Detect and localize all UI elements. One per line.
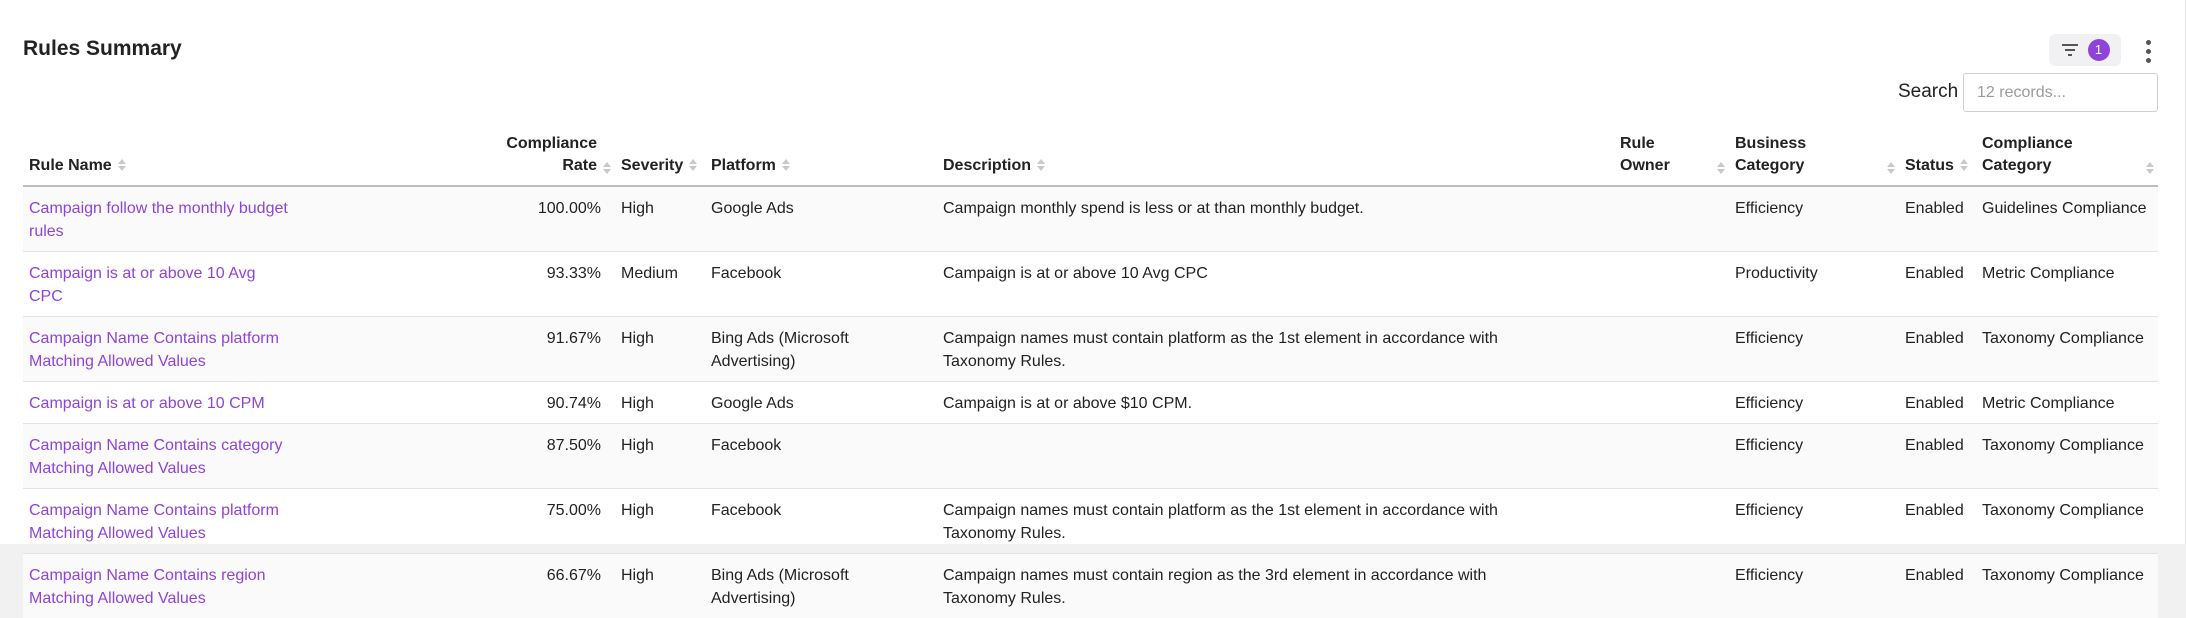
sort-icon xyxy=(782,159,790,171)
business-category-cell: Efficiency xyxy=(1729,317,1899,382)
severity-cell: High xyxy=(615,554,705,618)
table-row: Campaign is at or above 10 CPM 90.74% Hi… xyxy=(23,382,2158,424)
compliance-rate-cell: 90.74% xyxy=(489,382,615,424)
rule-name-link[interactable]: Campaign Name Contains platform Matching… xyxy=(23,317,489,382)
description-cell: Campaign names must contain platform as … xyxy=(937,317,1614,382)
compliance-rate-cell: 100.00% xyxy=(489,186,615,252)
status-cell: Enabled xyxy=(1899,317,1976,382)
rule-name-link[interactable]: Campaign Name Contains region Matching A… xyxy=(23,554,489,618)
sort-icon xyxy=(118,159,126,171)
column-header-platform[interactable]: Platform xyxy=(705,127,937,186)
business-category-cell: Efficiency xyxy=(1729,554,1899,618)
business-category-cell: Efficiency xyxy=(1729,424,1899,489)
description-cell: Campaign monthly spend is less or at tha… xyxy=(937,186,1614,252)
description-cell: Campaign is at or above $10 CPM. xyxy=(937,382,1614,424)
column-header-rule-owner[interactable]: Rule Owner xyxy=(1614,127,1729,186)
business-category-cell: Efficiency xyxy=(1729,186,1899,252)
severity-cell: High xyxy=(615,382,705,424)
search-label: Search xyxy=(1898,80,1958,104)
compliance-category-cell: Metric Compliance xyxy=(1976,252,2158,317)
sort-icon xyxy=(2146,162,2154,174)
platform-cell: Google Ads xyxy=(705,186,937,252)
compliance-rate-cell: 93.33% xyxy=(489,252,615,317)
compliance-rate-cell: 87.50% xyxy=(489,424,615,489)
table-header-row: Rule Name Compliance Rate Severity Platf… xyxy=(23,127,2158,186)
rule-owner-cell xyxy=(1614,252,1729,317)
status-cell: Enabled xyxy=(1899,489,1976,554)
filter-count-badge: 1 xyxy=(2088,39,2110,61)
compliance-category-cell: Taxonomy Compliance xyxy=(1976,317,2158,382)
column-header-business-category[interactable]: Business Category xyxy=(1729,127,1899,186)
description-cell xyxy=(937,424,1614,489)
status-cell: Enabled xyxy=(1899,382,1976,424)
severity-cell: High xyxy=(615,186,705,252)
platform-cell: Facebook xyxy=(705,424,937,489)
business-category-cell: Efficiency xyxy=(1729,382,1899,424)
status-cell: Enabled xyxy=(1899,424,1976,489)
table-row: Campaign Name Contains region Matching A… xyxy=(23,554,2158,618)
status-cell: Enabled xyxy=(1899,186,1976,252)
business-category-cell: Productivity xyxy=(1729,252,1899,317)
platform-cell: Bing Ads (Microsoft Advertising) xyxy=(705,554,937,618)
column-header-status[interactable]: Status xyxy=(1899,127,1976,186)
column-header-description[interactable]: Description xyxy=(937,127,1614,186)
rules-table: Rule Name Compliance Rate Severity Platf… xyxy=(23,127,2158,618)
platform-cell: Facebook xyxy=(705,489,937,554)
table-row: Campaign Name Contains category Matching… xyxy=(23,424,2158,489)
platform-cell: Bing Ads (Microsoft Advertising) xyxy=(705,317,937,382)
rule-owner-cell xyxy=(1614,317,1729,382)
description-cell: Campaign is at or above 10 Avg CPC xyxy=(937,252,1614,317)
severity-cell: High xyxy=(615,317,705,382)
rule-owner-cell xyxy=(1614,382,1729,424)
description-cell: Campaign names must contain region as th… xyxy=(937,554,1614,618)
search-input[interactable] xyxy=(1963,73,2158,112)
page-title: Rules Summary xyxy=(23,35,182,63)
severity-cell: High xyxy=(615,424,705,489)
status-cell: Enabled xyxy=(1899,252,1976,317)
compliance-category-cell: Metric Compliance xyxy=(1976,382,2158,424)
compliance-category-cell: Taxonomy Compliance xyxy=(1976,424,2158,489)
description-cell: Campaign names must contain platform as … xyxy=(937,489,1614,554)
compliance-category-cell: Taxonomy Compliance xyxy=(1976,554,2158,618)
severity-cell: High xyxy=(615,489,705,554)
table-row: Campaign follow the monthly budget rules… xyxy=(23,186,2158,252)
severity-cell: Medium xyxy=(615,252,705,317)
status-cell: Enabled xyxy=(1899,554,1976,618)
compliance-rate-cell: 66.67% xyxy=(489,554,615,618)
business-category-cell: Efficiency xyxy=(1729,489,1899,554)
rule-owner-cell xyxy=(1614,554,1729,618)
sort-icon xyxy=(1960,159,1968,171)
rule-name-link[interactable]: Campaign Name Contains platform Matching… xyxy=(23,489,489,554)
compliance-rate-cell: 91.67% xyxy=(489,317,615,382)
rule-name-link[interactable]: Campaign follow the monthly budget rules xyxy=(23,186,489,252)
sort-icon xyxy=(1037,159,1045,171)
compliance-rate-cell: 75.00% xyxy=(489,489,615,554)
rules-summary-panel: Rules Summary 1 Search Rule Name xyxy=(0,0,2186,544)
compliance-category-cell: Taxonomy Compliance xyxy=(1976,489,2158,554)
platform-cell: Facebook xyxy=(705,252,937,317)
column-header-severity[interactable]: Severity xyxy=(615,127,705,186)
rule-name-link[interactable]: Campaign is at or above 10 CPM xyxy=(23,382,489,424)
platform-cell: Google Ads xyxy=(705,382,937,424)
compliance-category-cell: Guidelines Compliance xyxy=(1976,186,2158,252)
rule-name-link[interactable]: Campaign is at or above 10 Avg CPC xyxy=(23,252,489,317)
filter-icon xyxy=(2061,42,2079,58)
column-header-rule-name[interactable]: Rule Name xyxy=(23,127,489,186)
sort-icon xyxy=(1717,162,1725,174)
rule-owner-cell xyxy=(1614,424,1729,489)
rule-owner-cell xyxy=(1614,489,1729,554)
table-row: Campaign Name Contains platform Matching… xyxy=(23,317,2158,382)
rule-name-link[interactable]: Campaign Name Contains category Matching… xyxy=(23,424,489,489)
column-header-compliance-category[interactable]: Compliance Category xyxy=(1976,127,2158,186)
sort-icon xyxy=(603,162,611,174)
table-row: Campaign Name Contains platform Matching… xyxy=(23,489,2158,554)
more-vertical-icon xyxy=(2146,40,2151,45)
more-options-button[interactable] xyxy=(2138,36,2158,66)
sort-icon xyxy=(689,159,697,171)
column-header-compliance-rate[interactable]: Compliance Rate xyxy=(489,127,615,186)
sort-icon xyxy=(1887,162,1895,174)
rule-owner-cell xyxy=(1614,186,1729,252)
table-row: Campaign is at or above 10 Avg CPC 93.33… xyxy=(23,252,2158,317)
filter-button[interactable]: 1 xyxy=(2049,34,2121,66)
